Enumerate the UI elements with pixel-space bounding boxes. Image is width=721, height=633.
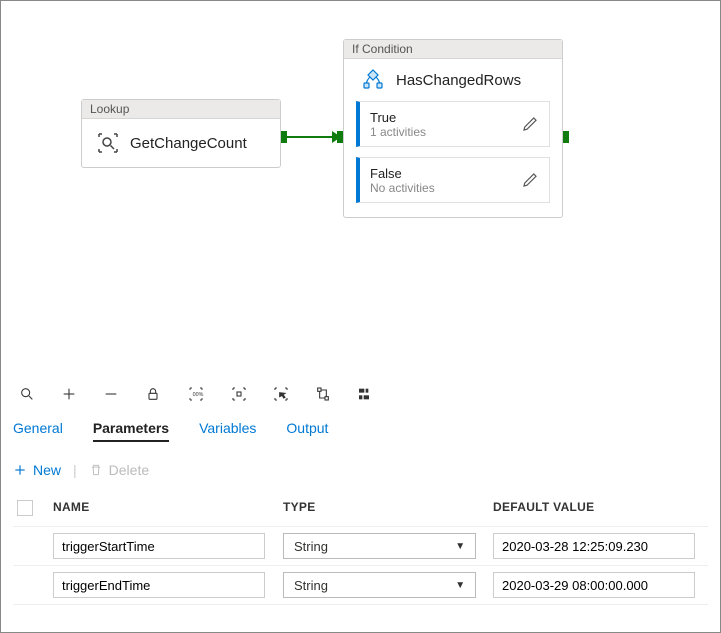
search-icon[interactable] [19, 386, 35, 402]
new-button[interactable]: New [13, 462, 61, 478]
delete-button: Delete [89, 462, 149, 478]
fit-screen-icon[interactable] [231, 386, 247, 402]
param-type-value: String [294, 578, 328, 593]
lookup-icon [96, 131, 120, 155]
activity-lookup-name: GetChangeCount [130, 135, 247, 152]
edit-false-icon[interactable] [521, 171, 539, 189]
chevron-down-icon: ▼ [455, 580, 465, 591]
pipeline-canvas[interactable]: Lookup GetChangeCount If Condition [1, 1, 720, 376]
align-icon[interactable] [357, 386, 373, 402]
tab-bar: General Parameters Variables Output [1, 416, 720, 446]
activity-ifcondition-name: HasChangedRows [396, 72, 521, 89]
edit-true-icon[interactable] [521, 115, 539, 133]
connector-line [287, 136, 337, 138]
plus-icon[interactable] [61, 386, 77, 402]
param-type-value: String [294, 539, 328, 554]
zoom-reset-icon[interactable]: 00% [187, 386, 205, 402]
param-type-select[interactable]: String ▼ [283, 533, 476, 559]
parameters-panel: New | Delete NAME TYPE DEFAULT VALUE Str… [1, 446, 720, 605]
table-row: String ▼ [13, 565, 708, 605]
minus-icon[interactable] [103, 386, 119, 402]
param-type-select[interactable]: String ▼ [283, 572, 476, 598]
ifcondition-false-branch[interactable]: False No activities [356, 157, 550, 203]
canvas-toolbar: 00% [1, 376, 720, 416]
grid-header: NAME TYPE DEFAULT VALUE [13, 492, 708, 526]
chevron-down-icon: ▼ [455, 541, 465, 552]
true-label: True [370, 110, 521, 125]
tab-general[interactable]: General [13, 416, 63, 442]
activity-lookup[interactable]: Lookup GetChangeCount [81, 99, 281, 168]
select-all-checkbox[interactable] [17, 500, 33, 516]
tab-variables[interactable]: Variables [199, 416, 256, 442]
lock-icon[interactable] [145, 386, 161, 402]
table-row: String ▼ [13, 526, 708, 565]
activity-ifcondition-header: If Condition [344, 40, 562, 59]
param-name-input[interactable] [53, 533, 265, 559]
param-name-input[interactable] [53, 572, 265, 598]
tab-parameters[interactable]: Parameters [93, 416, 169, 442]
svg-text:00%: 00% [193, 392, 204, 398]
trash-icon [89, 463, 103, 477]
ifcondition-true-branch[interactable]: True 1 activities [356, 101, 550, 147]
tab-output[interactable]: Output [286, 416, 328, 442]
connector-output-ifcond[interactable] [563, 131, 569, 143]
param-default-input[interactable] [493, 533, 695, 559]
col-name: NAME [53, 500, 283, 516]
delete-label: Delete [109, 462, 149, 478]
true-subtext: 1 activities [370, 125, 521, 139]
connector-input[interactable] [337, 131, 343, 143]
autolayout-icon[interactable] [315, 386, 331, 402]
fullscreen-select-icon[interactable] [273, 386, 289, 402]
false-subtext: No activities [370, 181, 521, 195]
new-label: New [33, 462, 61, 478]
activity-lookup-header: Lookup [82, 100, 280, 119]
activity-ifcondition[interactable]: If Condition HasChangedRows True 1 activ… [343, 39, 563, 218]
action-separator: | [73, 462, 77, 478]
param-default-input[interactable] [493, 572, 695, 598]
col-type: TYPE [283, 500, 493, 516]
false-label: False [370, 166, 521, 181]
ifcondition-icon [360, 69, 386, 91]
col-default: DEFAULT VALUE [493, 500, 713, 516]
